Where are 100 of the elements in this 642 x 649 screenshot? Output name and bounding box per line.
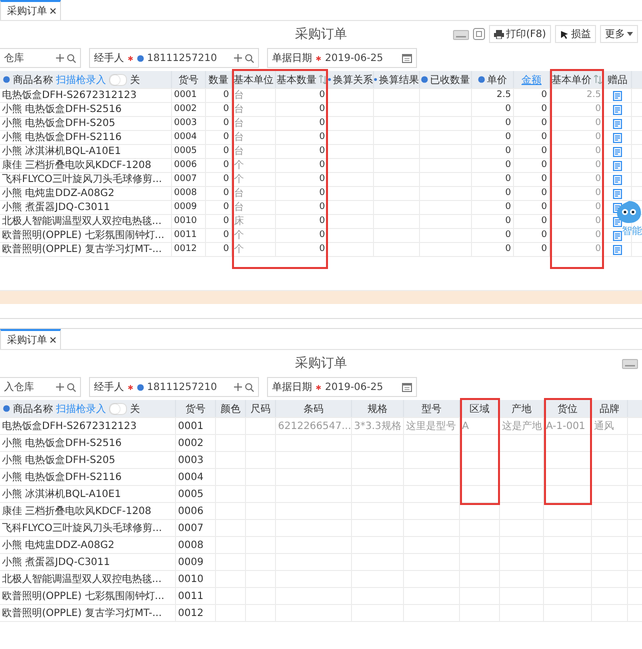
table-cell: 台 [232, 145, 276, 158]
field-label: 单据日期 [272, 380, 312, 394]
search-icon[interactable] [245, 382, 254, 392]
close-icon[interactable] [50, 8, 56, 14]
table-cell: 台 [232, 187, 276, 200]
search-icon[interactable] [67, 382, 76, 392]
column-header: 赠品 [604, 71, 632, 88]
tab[interactable]: 采购订单 [0, 0, 61, 20]
calendar-icon[interactable] [402, 382, 412, 392]
date-field[interactable]: 单据日期 2019-06-25 [267, 48, 417, 68]
plus-icon[interactable] [56, 54, 64, 62]
table-cell: 0003 [172, 117, 206, 130]
table-cell: 北极人智能调温型双人双控电热毯... [0, 215, 172, 228]
column-header: 区域 [460, 400, 500, 417]
column-header: 产地 [500, 400, 544, 417]
table-cell: 0010 [176, 571, 216, 587]
column-header: 已收数量 [430, 74, 470, 86]
edit-button[interactable] [613, 90, 622, 100]
table-cell: 0 [550, 103, 604, 116]
table-cell: 0 [206, 243, 232, 256]
warehouse-field[interactable]: 仓库 [0, 48, 81, 68]
table-cell: 0 [472, 187, 514, 200]
handler-field[interactable]: 经手人 18111257210 [89, 377, 259, 397]
table-cell: 0008 [176, 537, 216, 553]
table-cell: 0 [276, 131, 328, 144]
warehouse-field[interactable]: 入仓库 [0, 377, 81, 397]
toggle-label: 关 [130, 74, 140, 86]
edit-button[interactable] [613, 188, 622, 198]
table-cell: 0006 [176, 503, 216, 519]
table-cell: 0 [550, 187, 604, 200]
edit-icon [613, 146, 622, 156]
table-cell: 0002 [176, 435, 216, 451]
sort-icon[interactable] [594, 75, 602, 84]
calendar-icon[interactable] [402, 53, 412, 63]
table-cell: 0002 [172, 103, 206, 116]
fullscreen-icon[interactable] [473, 28, 486, 40]
table-cell: 0 [206, 89, 232, 102]
table-cell: 小熊 电热饭盒DFH-S2116 [0, 131, 172, 144]
field-value: 2019-06-25 [325, 52, 384, 64]
toggle-label: 关 [130, 402, 140, 416]
table-cell: 0 [276, 187, 328, 200]
keyboard-icon[interactable] [622, 358, 638, 368]
edit-button[interactable] [613, 146, 622, 156]
table-cell: 小熊 电炖盅DDZ-A08G2 [0, 187, 172, 200]
edit-button[interactable] [613, 174, 622, 184]
edit-icon [613, 216, 622, 226]
table-cell: 0 [206, 103, 232, 116]
mascot-icon[interactable] [616, 200, 642, 224]
table-cell: 小熊 电热饭盒DFH-S2116 [0, 469, 176, 485]
plus-icon[interactable] [234, 54, 242, 62]
table-cell: 0 [550, 215, 604, 228]
date-field[interactable]: 单据日期 2019-06-25 [267, 377, 417, 397]
edit-button[interactable] [613, 132, 622, 142]
table-cell: 台 [232, 89, 276, 102]
field-label: 经手人 [94, 380, 124, 394]
table-cell: 0 [550, 173, 604, 186]
plus-icon[interactable] [56, 383, 64, 391]
table-cell: 2.5 [550, 89, 604, 102]
table-cell: 0 [472, 103, 514, 116]
keyboard-icon[interactable] [453, 28, 470, 40]
edit-icon [613, 104, 622, 114]
toggle-switch[interactable] [109, 74, 127, 86]
table-cell: 2.5 [472, 89, 514, 102]
search-icon[interactable] [245, 54, 254, 62]
edit-button[interactable] [613, 230, 622, 240]
plus-icon[interactable] [234, 383, 242, 391]
search-icon[interactable] [67, 54, 76, 62]
edit-icon [613, 174, 622, 184]
close-icon[interactable] [50, 337, 56, 343]
printer-icon [494, 30, 504, 38]
edit-button[interactable] [613, 160, 622, 170]
table-cell: 0 [206, 131, 232, 144]
handler-field[interactable]: 经手人 18111257210 [89, 48, 259, 68]
table-cell: 个 [232, 243, 276, 256]
edit-button[interactable] [613, 104, 622, 114]
table-cell: 飞科FLYCO三叶旋风刀头毛球修剪... [0, 173, 172, 186]
table-cell: 6212266547... [276, 418, 352, 434]
edit-button[interactable] [613, 118, 622, 128]
column-header: 货号 [172, 71, 206, 88]
table-cell: 0 [472, 117, 514, 130]
table-cell: 0 [206, 145, 232, 158]
table-cell: 0 [514, 89, 550, 102]
tab[interactable]: 采购订单 [0, 329, 61, 349]
toggle-switch[interactable] [109, 402, 127, 414]
table-cell: A-1-001 [544, 418, 592, 434]
print-button[interactable]: 打印(F8) [489, 25, 551, 43]
field-value: 2019-06-25 [325, 382, 384, 392]
table-cell: 电热饭盒DFH-S2672312123 [0, 89, 172, 102]
table-cell: 0001 [172, 89, 206, 102]
column-header: 基本单位 [232, 71, 276, 88]
table-cell: 0008 [172, 187, 206, 200]
more-button[interactable]: 更多 [600, 25, 638, 43]
table-cell: 0011 [176, 588, 216, 604]
edit-button[interactable] [613, 216, 622, 226]
table-cell: 0 [276, 243, 328, 256]
page-title: 采购订单 [295, 355, 347, 372]
edit-button[interactable] [613, 244, 622, 254]
sort-icon[interactable] [318, 75, 326, 84]
table-cell: 0 [514, 243, 550, 256]
toolbar-button[interactable]: 损益 [555, 25, 596, 43]
